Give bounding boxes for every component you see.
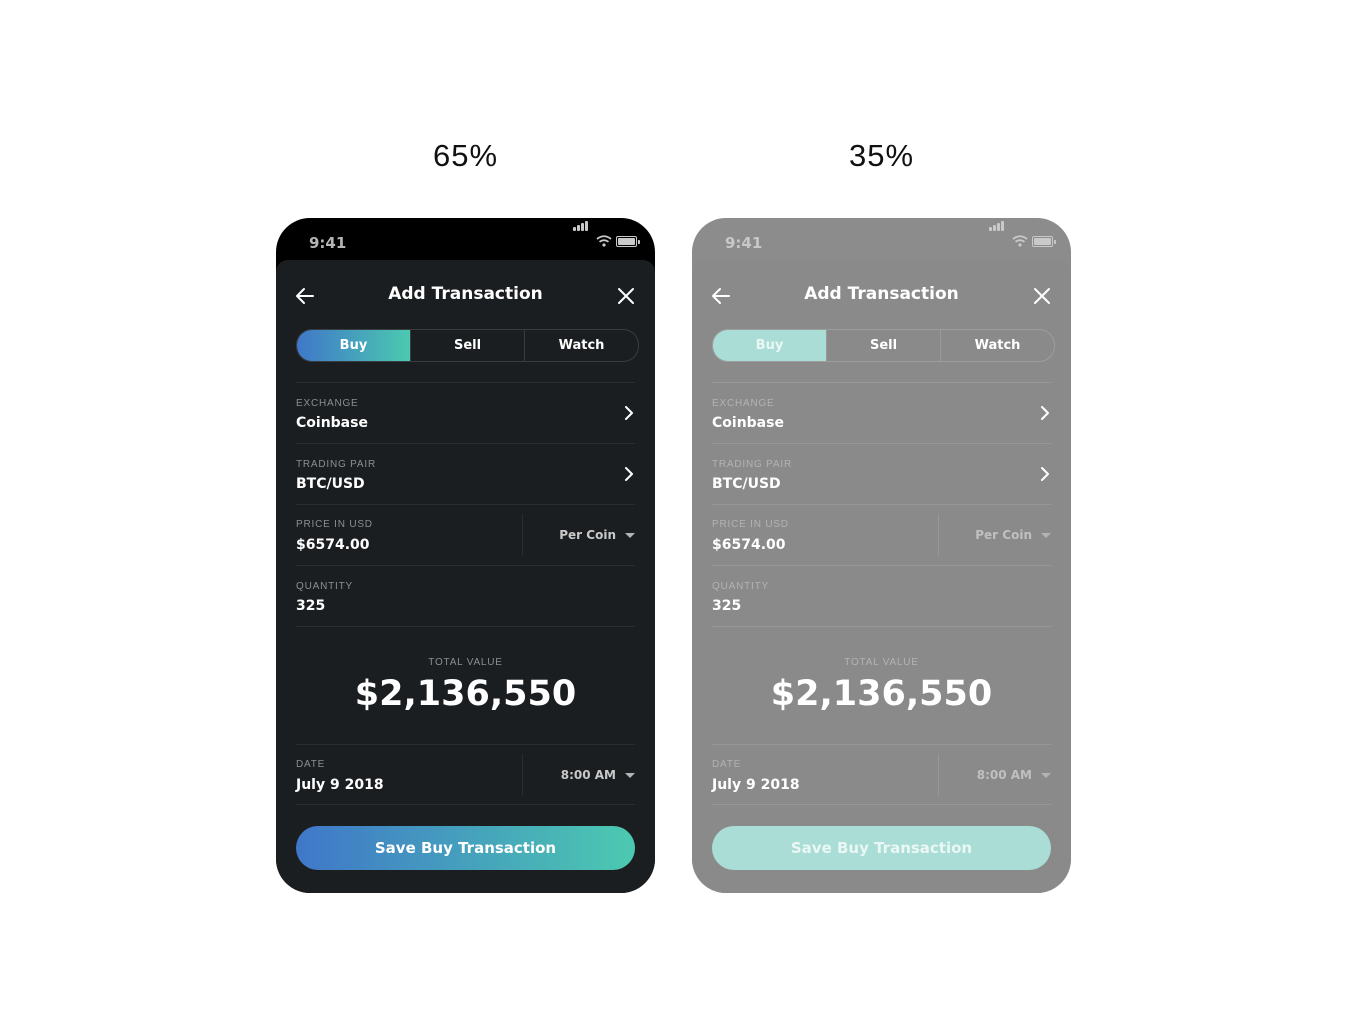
trading-pair-row[interactable]: TRADING PAIR BTC/USD bbox=[296, 443, 635, 504]
transaction-sheet: Add Transaction Buy Sell Watch EXCHANGE … bbox=[692, 260, 1071, 893]
quantity-row: QUANTITY 325 bbox=[296, 565, 635, 626]
time-dropdown[interactable]: 8:00 AM bbox=[977, 768, 1051, 782]
chevron-right-icon[interactable] bbox=[1039, 406, 1051, 420]
price-row: PRICE IN USD $6574.00 Per Coin bbox=[712, 504, 1051, 565]
quantity-input[interactable]: 325 bbox=[296, 598, 325, 614]
trading-pair-value: BTC/USD bbox=[712, 476, 781, 492]
trading-pair-label: TRADING PAIR bbox=[712, 459, 792, 470]
save-transaction-button[interactable]: Save Buy Transaction bbox=[296, 826, 635, 870]
total-value-label: TOTAL VALUE bbox=[428, 657, 503, 668]
price-input[interactable]: $6574.00 bbox=[712, 537, 786, 553]
save-transaction-button[interactable]: Save Buy Transaction bbox=[712, 826, 1051, 870]
transaction-type-tabs: Buy Sell Watch bbox=[296, 329, 639, 362]
exchange-value: Coinbase bbox=[712, 415, 784, 431]
wifi-icon bbox=[1012, 235, 1028, 247]
phone-mockup-dark: 9:41 Add Transaction Buy Sell Watch EXCH… bbox=[276, 218, 655, 893]
quantity-row: QUANTITY 325 bbox=[712, 565, 1051, 626]
price-row: PRICE IN USD $6574.00 Per Coin bbox=[296, 504, 635, 565]
vertical-divider bbox=[938, 514, 939, 556]
exchange-label: EXCHANGE bbox=[712, 398, 775, 409]
caret-down-icon bbox=[1041, 532, 1051, 538]
total-value: $2,136,550 bbox=[770, 674, 993, 714]
chevron-right-icon[interactable] bbox=[623, 467, 635, 481]
time-value: 8:00 AM bbox=[976, 768, 1032, 782]
quantity-label: QUANTITY bbox=[712, 581, 769, 592]
time-dropdown[interactable]: 8:00 AM bbox=[561, 768, 635, 782]
transaction-type-tabs: Buy Sell Watch bbox=[712, 329, 1055, 362]
page-title: Add Transaction bbox=[804, 284, 959, 304]
status-time: 9:41 bbox=[309, 234, 347, 252]
divider bbox=[296, 804, 635, 805]
phone-mockup-gray: 9:41 Add Transaction Buy Sell Watch EXCH… bbox=[692, 218, 1071, 893]
trading-pair-value: BTC/USD bbox=[296, 476, 365, 492]
tab-sell[interactable]: Sell bbox=[410, 330, 524, 361]
battery-icon bbox=[616, 236, 640, 247]
divider bbox=[712, 804, 1051, 805]
price-mode-label: Per Coin bbox=[559, 528, 616, 542]
close-icon[interactable] bbox=[616, 286, 636, 306]
tab-buy[interactable]: Buy bbox=[713, 330, 826, 361]
vertical-divider bbox=[522, 754, 523, 796]
divider bbox=[296, 626, 635, 627]
tab-watch[interactable]: Watch bbox=[940, 330, 1054, 361]
transaction-sheet: Add Transaction Buy Sell Watch EXCHANGE … bbox=[276, 260, 655, 893]
tab-sell[interactable]: Sell bbox=[826, 330, 940, 361]
caret-down-icon bbox=[625, 772, 635, 778]
date-label: DATE bbox=[712, 759, 742, 770]
time-value: 8:00 AM bbox=[560, 768, 616, 782]
chevron-right-icon[interactable] bbox=[1039, 467, 1051, 481]
vertical-divider bbox=[938, 754, 939, 796]
quantity-label: QUANTITY bbox=[296, 581, 353, 592]
date-row: DATE July 9 2018 8:00 AM bbox=[296, 744, 635, 804]
opacity-label-35: 35% bbox=[848, 138, 915, 173]
tab-buy[interactable]: Buy bbox=[297, 330, 410, 361]
price-label: PRICE IN USD bbox=[712, 519, 789, 530]
status-bar: 9:41 bbox=[692, 218, 1071, 262]
tab-watch[interactable]: Watch bbox=[524, 330, 638, 361]
sheet-header: Add Transaction bbox=[276, 260, 655, 330]
exchange-label: EXCHANGE bbox=[296, 398, 359, 409]
caret-down-icon bbox=[1041, 772, 1051, 778]
date-row: DATE July 9 2018 8:00 AM bbox=[712, 744, 1051, 804]
cellular-signal-icon bbox=[989, 221, 1007, 231]
close-icon[interactable] bbox=[1032, 286, 1052, 306]
date-picker[interactable]: July 9 2018 bbox=[296, 777, 384, 793]
date-label: DATE bbox=[296, 759, 326, 770]
opacity-label-65: 65% bbox=[432, 138, 499, 173]
divider bbox=[712, 626, 1051, 627]
price-mode-label: Per Coin bbox=[975, 528, 1032, 542]
total-value-label: TOTAL VALUE bbox=[844, 657, 919, 668]
wifi-icon bbox=[596, 235, 612, 247]
trading-pair-row[interactable]: TRADING PAIR BTC/USD bbox=[712, 443, 1051, 504]
date-picker[interactable]: July 9 2018 bbox=[712, 777, 800, 793]
battery-icon bbox=[1032, 236, 1056, 247]
total-value: $2,136,550 bbox=[354, 674, 577, 714]
status-bar: 9:41 bbox=[276, 218, 655, 262]
price-label: PRICE IN USD bbox=[296, 519, 373, 530]
vertical-divider bbox=[522, 514, 523, 556]
page-title: Add Transaction bbox=[388, 284, 543, 304]
exchange-row[interactable]: EXCHANGE Coinbase bbox=[296, 382, 635, 443]
price-mode-dropdown[interactable]: Per Coin bbox=[559, 528, 635, 542]
caret-down-icon bbox=[625, 532, 635, 538]
price-input[interactable]: $6574.00 bbox=[296, 537, 370, 553]
exchange-value: Coinbase bbox=[296, 415, 368, 431]
cellular-signal-icon bbox=[573, 221, 591, 231]
sheet-header: Add Transaction bbox=[692, 260, 1071, 330]
quantity-input[interactable]: 325 bbox=[712, 598, 741, 614]
trading-pair-label: TRADING PAIR bbox=[296, 459, 376, 470]
price-mode-dropdown[interactable]: Per Coin bbox=[975, 528, 1051, 542]
exchange-row[interactable]: EXCHANGE Coinbase bbox=[712, 382, 1051, 443]
status-time: 9:41 bbox=[725, 234, 763, 252]
chevron-right-icon[interactable] bbox=[623, 406, 635, 420]
